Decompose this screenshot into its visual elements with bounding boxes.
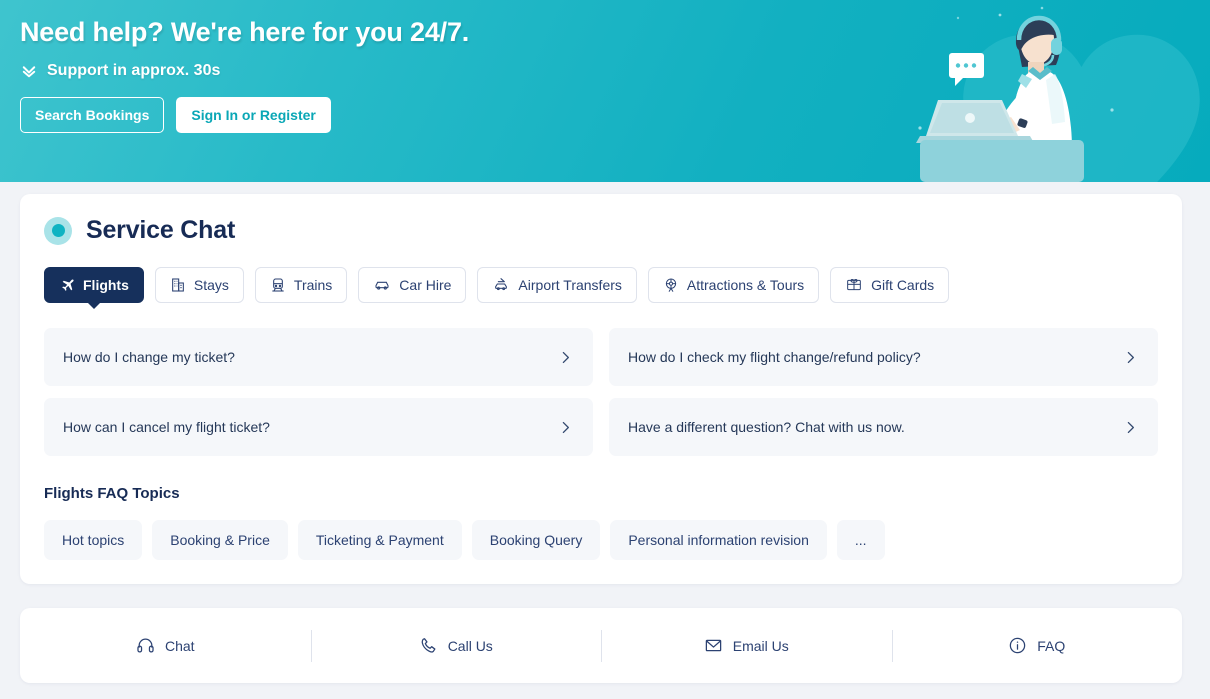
faq-topic-chips: Hot topics Booking & Price Ticketing & P…: [20, 502, 1182, 560]
faq-topic-chip[interactable]: Ticketing & Payment: [297, 520, 462, 560]
faq-question-label: How do I change my ticket?: [63, 349, 235, 365]
faq-question-card[interactable]: How can I cancel my flight ticket?: [44, 398, 593, 456]
tab-car-hire[interactable]: Car Hire: [358, 267, 467, 303]
train-icon: [272, 278, 284, 292]
chevron-right-icon: [562, 351, 569, 363]
headset-icon: [137, 638, 154, 653]
faq-topic-chip[interactable]: Booking & Price: [152, 520, 288, 560]
envelope-icon: [705, 639, 721, 652]
faq-question-label: How can I cancel my flight ticket?: [63, 419, 270, 435]
contact-option-label: Email Us: [732, 637, 789, 654]
tab-stays-label: Stays: [193, 277, 229, 293]
contact-options-bar: Chat Call Us Email Us FAQ: [20, 608, 1182, 683]
tab-flights[interactable]: Flights: [44, 267, 144, 303]
sign-in-or-register-button[interactable]: Sign In or Register: [176, 97, 331, 134]
tab-flights-label: Flights: [83, 277, 129, 293]
contact-option-faq[interactable]: FAQ: [891, 626, 1183, 666]
faq-question-label: How do I check my flight change/refund p…: [628, 349, 921, 365]
double-chevron-down-icon: [22, 66, 36, 78]
tab-trains[interactable]: Trains: [254, 267, 348, 303]
tab-stays[interactable]: Stays: [154, 267, 244, 303]
hotel-icon: [172, 278, 184, 292]
hero-banner: Need help? We're here for you 24/7. Supp…: [0, 0, 1210, 182]
airplane-icon: [62, 279, 74, 291]
contact-option-call-us[interactable]: Call Us: [310, 626, 602, 666]
faq-question-grid: How do I change my ticket? How do I chec…: [20, 303, 1182, 456]
status-dot-icon: [44, 216, 72, 245]
car-icon: [375, 281, 389, 290]
search-bookings-button[interactable]: Search Bookings: [20, 97, 165, 134]
service-chat-header: Service Chat: [20, 194, 1182, 245]
info-circle-icon: [1009, 637, 1026, 654]
faq-topic-chip[interactable]: Booking Query: [471, 520, 601, 560]
service-chat-title: Service Chat: [86, 216, 236, 244]
faq-question-card[interactable]: How do I check my flight change/refund p…: [609, 328, 1158, 386]
page-title: Need help? We're here for you 24/7.: [20, 17, 470, 47]
support-eta-label: Support in approx. 30s: [47, 62, 221, 80]
gift-card-icon: [847, 279, 861, 291]
contact-option-label: FAQ: [1037, 637, 1066, 654]
faq-topic-chip[interactable]: Personal information revision: [610, 520, 827, 560]
service-chat-card: Service Chat Flights Stays Trains Car Hi…: [20, 194, 1182, 584]
phone-icon: [421, 638, 436, 653]
category-tabs: Flights Stays Trains Car Hire Airport Tr…: [20, 245, 1182, 303]
faq-question-card[interactable]: How do I change my ticket?: [44, 328, 593, 386]
contact-option-label: Call Us: [447, 637, 493, 654]
faq-question-card[interactable]: Have a different question? Chat with us …: [609, 398, 1158, 456]
tab-attractions-and-tours-label: Attractions & Tours: [686, 277, 805, 293]
contact-option-email-us[interactable]: Email Us: [601, 626, 892, 666]
tab-airport-transfers-label: Airport Transfers: [518, 277, 622, 293]
tab-car-hire-label: Car Hire: [399, 277, 452, 293]
tab-attractions-and-tours[interactable]: Attractions & Tours: [647, 267, 820, 303]
contact-option-label: Chat: [164, 637, 195, 654]
tab-gift-cards-label: Gift Cards: [871, 277, 935, 293]
hero-actions: Search Bookings Sign In or Register: [20, 97, 1210, 134]
tab-trains-label: Trains: [293, 277, 333, 293]
ferris-wheel-icon: [665, 278, 677, 292]
faq-question-label: Have a different question? Chat with us …: [628, 419, 905, 435]
support-eta: Support in approx. 30s: [20, 62, 1210, 80]
chevron-right-icon: [1127, 351, 1134, 363]
faq-topic-chip-more[interactable]: ...: [836, 520, 885, 560]
airport-transfer-icon: [495, 278, 508, 291]
contact-option-chat[interactable]: Chat: [20, 626, 311, 666]
faq-topic-chip[interactable]: Hot topics: [44, 520, 143, 560]
chevron-right-icon: [1127, 421, 1134, 433]
faq-topics-heading: Flights FAQ Topics: [44, 485, 180, 502]
tab-airport-transfers[interactable]: Airport Transfers: [477, 267, 637, 303]
tab-gift-cards[interactable]: Gift Cards: [830, 267, 950, 303]
chevron-right-icon: [562, 421, 569, 433]
